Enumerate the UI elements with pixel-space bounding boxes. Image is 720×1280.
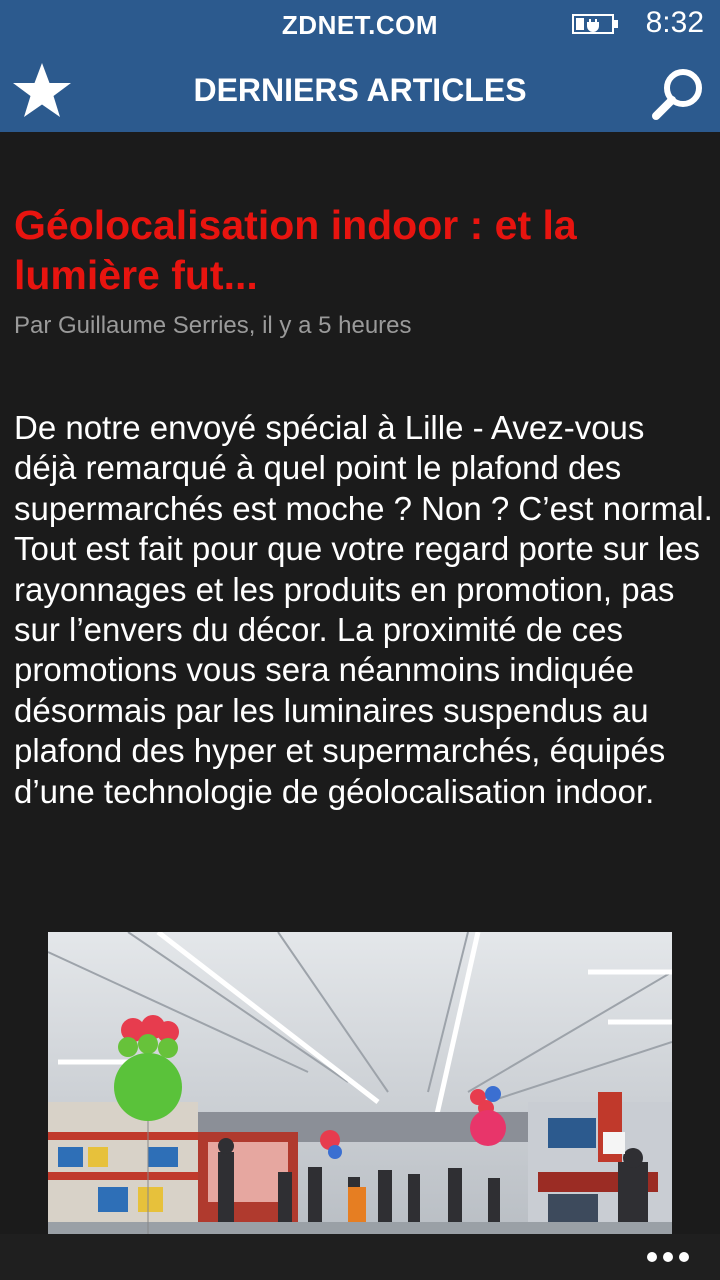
article-photo [48, 932, 672, 1234]
article-body: De notre envoyé spécial à Lille - Avez-v… [14, 409, 713, 810]
article-view[interactable]: Géolocalisation indoor : et la lumière f… [0, 132, 720, 1234]
more-dots-icon[interactable] [646, 1248, 690, 1266]
search-icon[interactable] [650, 66, 706, 122]
status-bar: ZDNET.COM 8:32 [0, 0, 720, 50]
app-header: DERNIERS ARTICLES [0, 50, 720, 132]
page-title: DERNIERS ARTICLES [193, 72, 527, 108]
article-title: Géolocalisation indoor : et la lumière f… [14, 202, 577, 298]
article-byline: Par Guillaume Serries, il y a 5 heures [14, 312, 412, 339]
clock: 8:32 [645, 6, 704, 39]
bottom-app-bar [0, 1234, 720, 1280]
battery-charging-icon [572, 14, 618, 34]
supermarket-image [48, 932, 672, 1234]
